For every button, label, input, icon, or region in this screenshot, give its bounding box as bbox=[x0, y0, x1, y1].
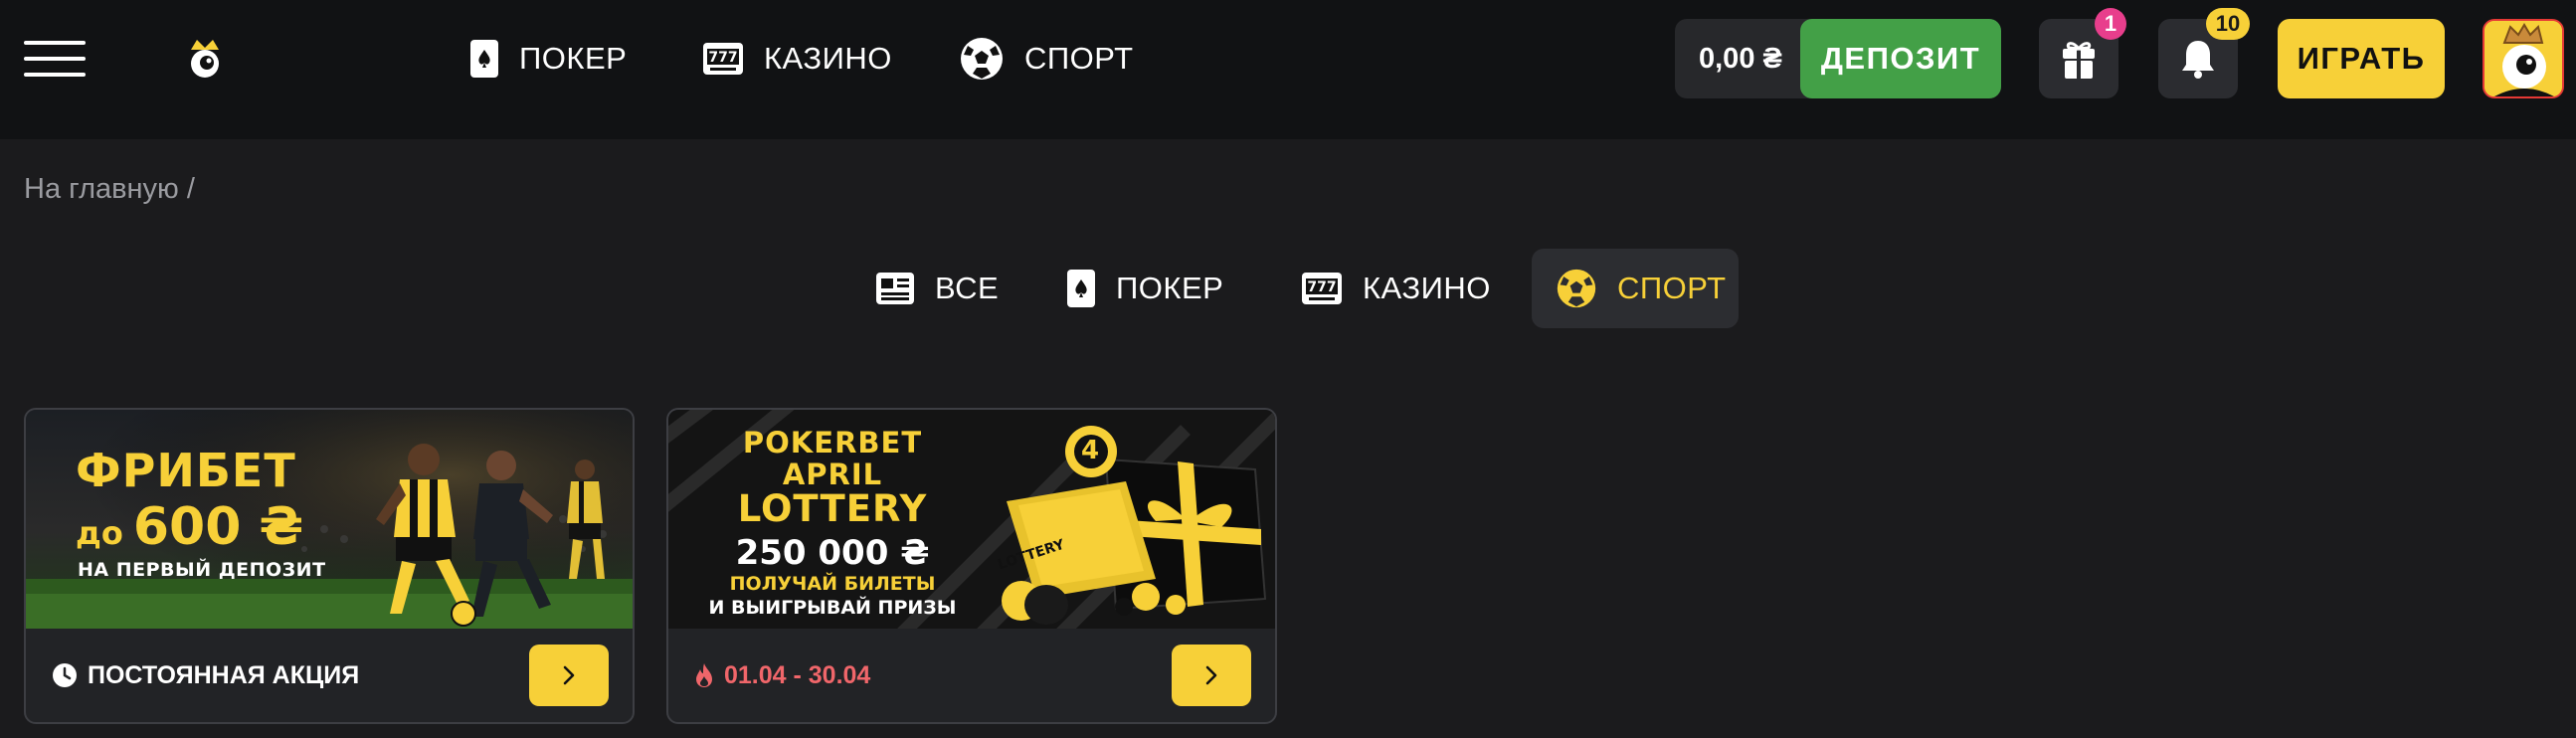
banner-lottery-sub2: И ВЫИГРЫВАЙ ПРИЗЫ bbox=[708, 597, 957, 619]
notification-count-badge: 10 bbox=[2206, 8, 2250, 40]
nav-casino-label: КАЗИНО bbox=[764, 41, 892, 76]
promo-dates: 01.04 - 30.04 bbox=[694, 629, 870, 722]
promo-card-freebet[interactable]: ФРИБЕТ до 600 ₴ НА ПЕРВЫЙ ДЕПОЗИТ ПОСТОЯ… bbox=[24, 408, 635, 724]
svg-text:777: 777 bbox=[1307, 279, 1336, 295]
promo-card-footer: ПОСТОЯННАЯ АКЦИЯ bbox=[26, 629, 633, 722]
ball-number: 4 bbox=[1081, 436, 1100, 465]
user-avatar[interactable] bbox=[2483, 19, 2564, 98]
nav-sport[interactable]: СПОРТ bbox=[959, 30, 1134, 88]
tab-sport-active[interactable]: СПОРТ bbox=[1532, 249, 1739, 328]
clock-icon bbox=[53, 663, 77, 687]
deposit-button[interactable]: ДЕПОЗИТ bbox=[1800, 19, 2001, 98]
top-header: ПОКЕР 777 КАЗИНО СПОРТ 0,00 ₴ ДЕПОЗИТ 1 … bbox=[0, 0, 2576, 139]
nav-poker[interactable]: ПОКЕР bbox=[469, 30, 627, 88]
breadcrumb: На главную / bbox=[24, 173, 195, 206]
tab-all[interactable]: ВСЕ bbox=[851, 249, 1022, 328]
avatar-icon bbox=[2484, 21, 2562, 96]
nav-sport-label: СПОРТ bbox=[1024, 41, 1134, 76]
tab-casino[interactable]: 777 КАЗИНО bbox=[1277, 249, 1515, 328]
tab-sport-label: СПОРТ bbox=[1617, 271, 1727, 305]
banner-freebet-amount: 600 ₴ bbox=[132, 497, 304, 557]
banner-freebet-prefix: до bbox=[76, 514, 123, 552]
balance-amount[interactable]: 0,00 ₴ bbox=[1699, 19, 1782, 98]
soccer-ball-icon bbox=[1557, 269, 1596, 308]
play-button[interactable]: ИГРАТЬ bbox=[2278, 19, 2445, 98]
poker-card-icon bbox=[1067, 270, 1095, 307]
slot-777-icon: 777 bbox=[703, 43, 743, 75]
breadcrumb-home-link[interactable]: На главную bbox=[24, 173, 179, 205]
slot-777-icon: 777 bbox=[1302, 273, 1342, 304]
fire-icon bbox=[696, 663, 712, 687]
tab-poker-label: ПОКЕР bbox=[1116, 271, 1224, 305]
poker-card-icon bbox=[470, 40, 498, 78]
banner-lottery-line3: LOTTERY bbox=[737, 487, 928, 530]
banner-lottery-line1: POKERBET bbox=[742, 426, 923, 460]
chevron-right-icon bbox=[563, 665, 575, 685]
promo-dates-text: 01.04 - 30.04 bbox=[724, 660, 871, 689]
soccer-ball-icon bbox=[961, 38, 1003, 80]
menu-icon[interactable] bbox=[24, 41, 86, 77]
chevron-right-icon bbox=[1205, 665, 1217, 685]
gift-count-badge: 1 bbox=[2095, 8, 2126, 40]
banner-freebet-title: ФРИБЕТ bbox=[76, 444, 296, 497]
svg-text:777: 777 bbox=[708, 50, 737, 66]
promo-open-button[interactable] bbox=[529, 645, 609, 706]
news-icon bbox=[876, 273, 914, 304]
banner-lottery-sub1: ПОЛУЧАЙ БИЛЕТЫ bbox=[729, 573, 936, 595]
breadcrumb-separator: / bbox=[186, 173, 195, 205]
nav-casino[interactable]: 777 КАЗИНО bbox=[702, 30, 892, 88]
banner-lottery-line2: APRIL bbox=[782, 458, 883, 491]
promo-open-button[interactable] bbox=[1172, 645, 1251, 706]
promo-banner-freebet[interactable]: ФРИБЕТ до 600 ₴ НА ПЕРВЫЙ ДЕПОЗИТ bbox=[26, 410, 633, 629]
promo-duration-text: ПОСТОЯННАЯ АКЦИЯ bbox=[88, 660, 360, 689]
banner-freebet-amount-row: до 600 ₴ bbox=[76, 497, 303, 557]
nav-poker-label: ПОКЕР bbox=[519, 41, 628, 76]
banner-freebet-subtitle: НА ПЕРВЫЙ ДЕПОЗИТ bbox=[78, 559, 326, 581]
tab-casino-label: КАЗИНО bbox=[1363, 271, 1491, 305]
promo-duration: ПОСТОЯННАЯ АКЦИЯ bbox=[52, 629, 359, 722]
crown-logo-icon[interactable] bbox=[185, 36, 225, 80]
promo-card-footer: 01.04 - 30.04 bbox=[668, 629, 1275, 722]
tab-all-label: ВСЕ bbox=[935, 271, 1000, 305]
balance-group: 0,00 ₴ ДЕПОЗИТ bbox=[1675, 19, 2001, 98]
promo-banner-lottery[interactable]: 4 LOTTERY POKERBET APRIL LOTTERY 250 000… bbox=[668, 410, 1275, 629]
tab-poker[interactable]: ПОКЕР bbox=[1042, 249, 1247, 328]
banner-lottery-amount: 250 000 ₴ bbox=[735, 533, 930, 573]
promo-card-lottery[interactable]: 4 LOTTERY POKERBET APRIL LOTTERY 250 000… bbox=[666, 408, 1277, 724]
